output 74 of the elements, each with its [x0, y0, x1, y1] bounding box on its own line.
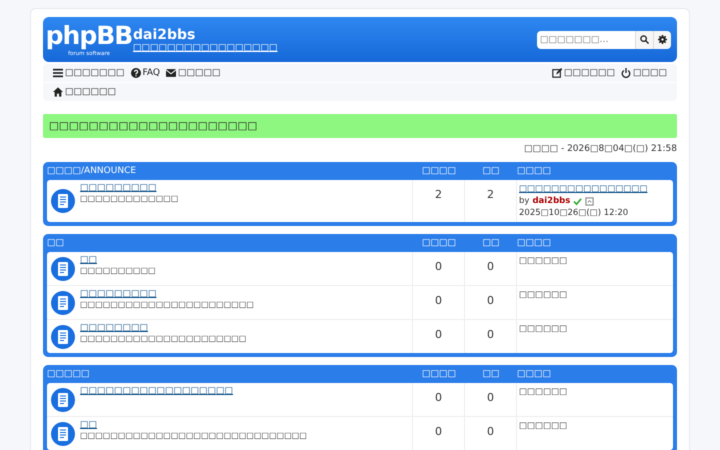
- column-header: □□: [481, 166, 500, 176]
- nav-link[interactable]: □□□□□: [166, 68, 220, 78]
- nav-link[interactable]: FAQ: [130, 68, 160, 78]
- last-post-link[interactable]: □□□□□□□□□□□□□□□□: [519, 184, 648, 194]
- settings-icon: [658, 35, 667, 44]
- nav-link[interactable]: □□□□□□□: [53, 68, 125, 78]
- forum-link[interactable]: □□: [80, 255, 98, 265]
- column-header: □□□□: [420, 238, 457, 248]
- logo-text[interactable]: phpBB: [46, 22, 132, 50]
- forum-icon: [50, 386, 76, 412]
- current-time: □□□□ - 2026□8□04□(□) 21:58: [523, 144, 677, 154]
- topic-count: 0: [413, 320, 465, 353]
- column-header: □□□□: [517, 166, 552, 176]
- column-header: □□□□: [420, 166, 457, 176]
- breadcrumb-link[interactable]: □□□□□□: [53, 87, 116, 97]
- forum-link[interactable]: □□□□□□□□: [80, 323, 148, 333]
- category-title[interactable]: □□: [47, 238, 413, 248]
- post-count: 0: [465, 286, 517, 319]
- search-button[interactable]: [635, 30, 653, 48]
- forum-icon: [50, 290, 76, 316]
- no-posts-text: □□□□□□: [519, 290, 568, 300]
- power-icon: [620, 68, 631, 78]
- search-field[interactable]: □□□□□□□…: [537, 30, 635, 48]
- forum-icon: [50, 188, 76, 214]
- home-icon: [53, 87, 63, 97]
- topic-count: 0: [413, 383, 465, 416]
- forum-description: □□□□□□□□□□□□□: [80, 194, 178, 203]
- forum-link[interactable]: □□□□□□□□□□□□□□□□□□: [80, 386, 234, 396]
- topic-count: 2: [413, 180, 465, 222]
- forum-description: □□□□□□□□□□: [80, 266, 156, 275]
- column-header: □□□□: [517, 238, 552, 248]
- by-label: by: [519, 196, 530, 206]
- menu-icon: [53, 68, 63, 78]
- no-posts-text: □□□□□□: [519, 256, 568, 266]
- forum-icon: [50, 324, 76, 350]
- post-count: 0: [465, 383, 517, 416]
- topic-count: 0: [413, 417, 465, 450]
- edit-icon: [552, 68, 562, 78]
- forum-link[interactable]: □□□□□□□□□: [80, 289, 157, 299]
- envelope-icon: [166, 68, 176, 78]
- no-posts-text: □□□□□□: [519, 387, 568, 397]
- search-icon: [640, 35, 649, 44]
- checkmark-icon: [573, 196, 582, 206]
- column-header: □□□□: [420, 369, 457, 379]
- site-title[interactable]: dai2bbs: [133, 26, 533, 42]
- topic-count: 0: [413, 286, 465, 319]
- author-link[interactable]: dai2bbs: [532, 196, 570, 206]
- view-post-icon[interactable]: [585, 196, 594, 206]
- forum-description: □□□□□□□□□□□□□□□□□□□□□□: [80, 334, 246, 343]
- no-posts-text: □□□□□□: [519, 421, 568, 431]
- help-icon: [130, 68, 141, 78]
- column-header: □□: [481, 238, 500, 248]
- column-header: □□: [481, 369, 500, 379]
- post-count: 2: [465, 180, 517, 222]
- announcement-banner: □□□□□□□□□□□□□□□□□□□□□: [43, 114, 677, 138]
- topic-count: 0: [413, 252, 465, 285]
- post-count: 0: [465, 252, 517, 285]
- forum-icon: [50, 420, 76, 446]
- column-header: □□□□: [517, 369, 552, 379]
- forum-description: □□□□□□□□□□□□□□□□□□□□□□□: [80, 300, 254, 309]
- forum-icon: [50, 256, 76, 282]
- no-posts-text: □□□□□□: [519, 324, 568, 334]
- nav-link[interactable]: □□□□: [620, 68, 667, 78]
- site-description: □□□□□□□□□□□□□□□□□: [133, 42, 279, 52]
- forum-link[interactable]: □□: [80, 420, 98, 430]
- nav-link[interactable]: □□□□□□: [552, 68, 615, 78]
- settings-button[interactable]: [653, 30, 671, 48]
- post-count: 0: [465, 417, 517, 450]
- category-title[interactable]: □□□□□: [47, 369, 413, 379]
- forum-description: □□□□□□□□□□□□□□□□□□□□□□□□□□□□□□: [80, 431, 307, 440]
- post-count: 0: [465, 320, 517, 353]
- forum-link[interactable]: □□□□□□□□□: [80, 183, 157, 193]
- category-title[interactable]: □□□□/ANNOUNCE: [47, 166, 413, 176]
- post-date: 2025□10□26□(□) 12:20: [519, 208, 630, 218]
